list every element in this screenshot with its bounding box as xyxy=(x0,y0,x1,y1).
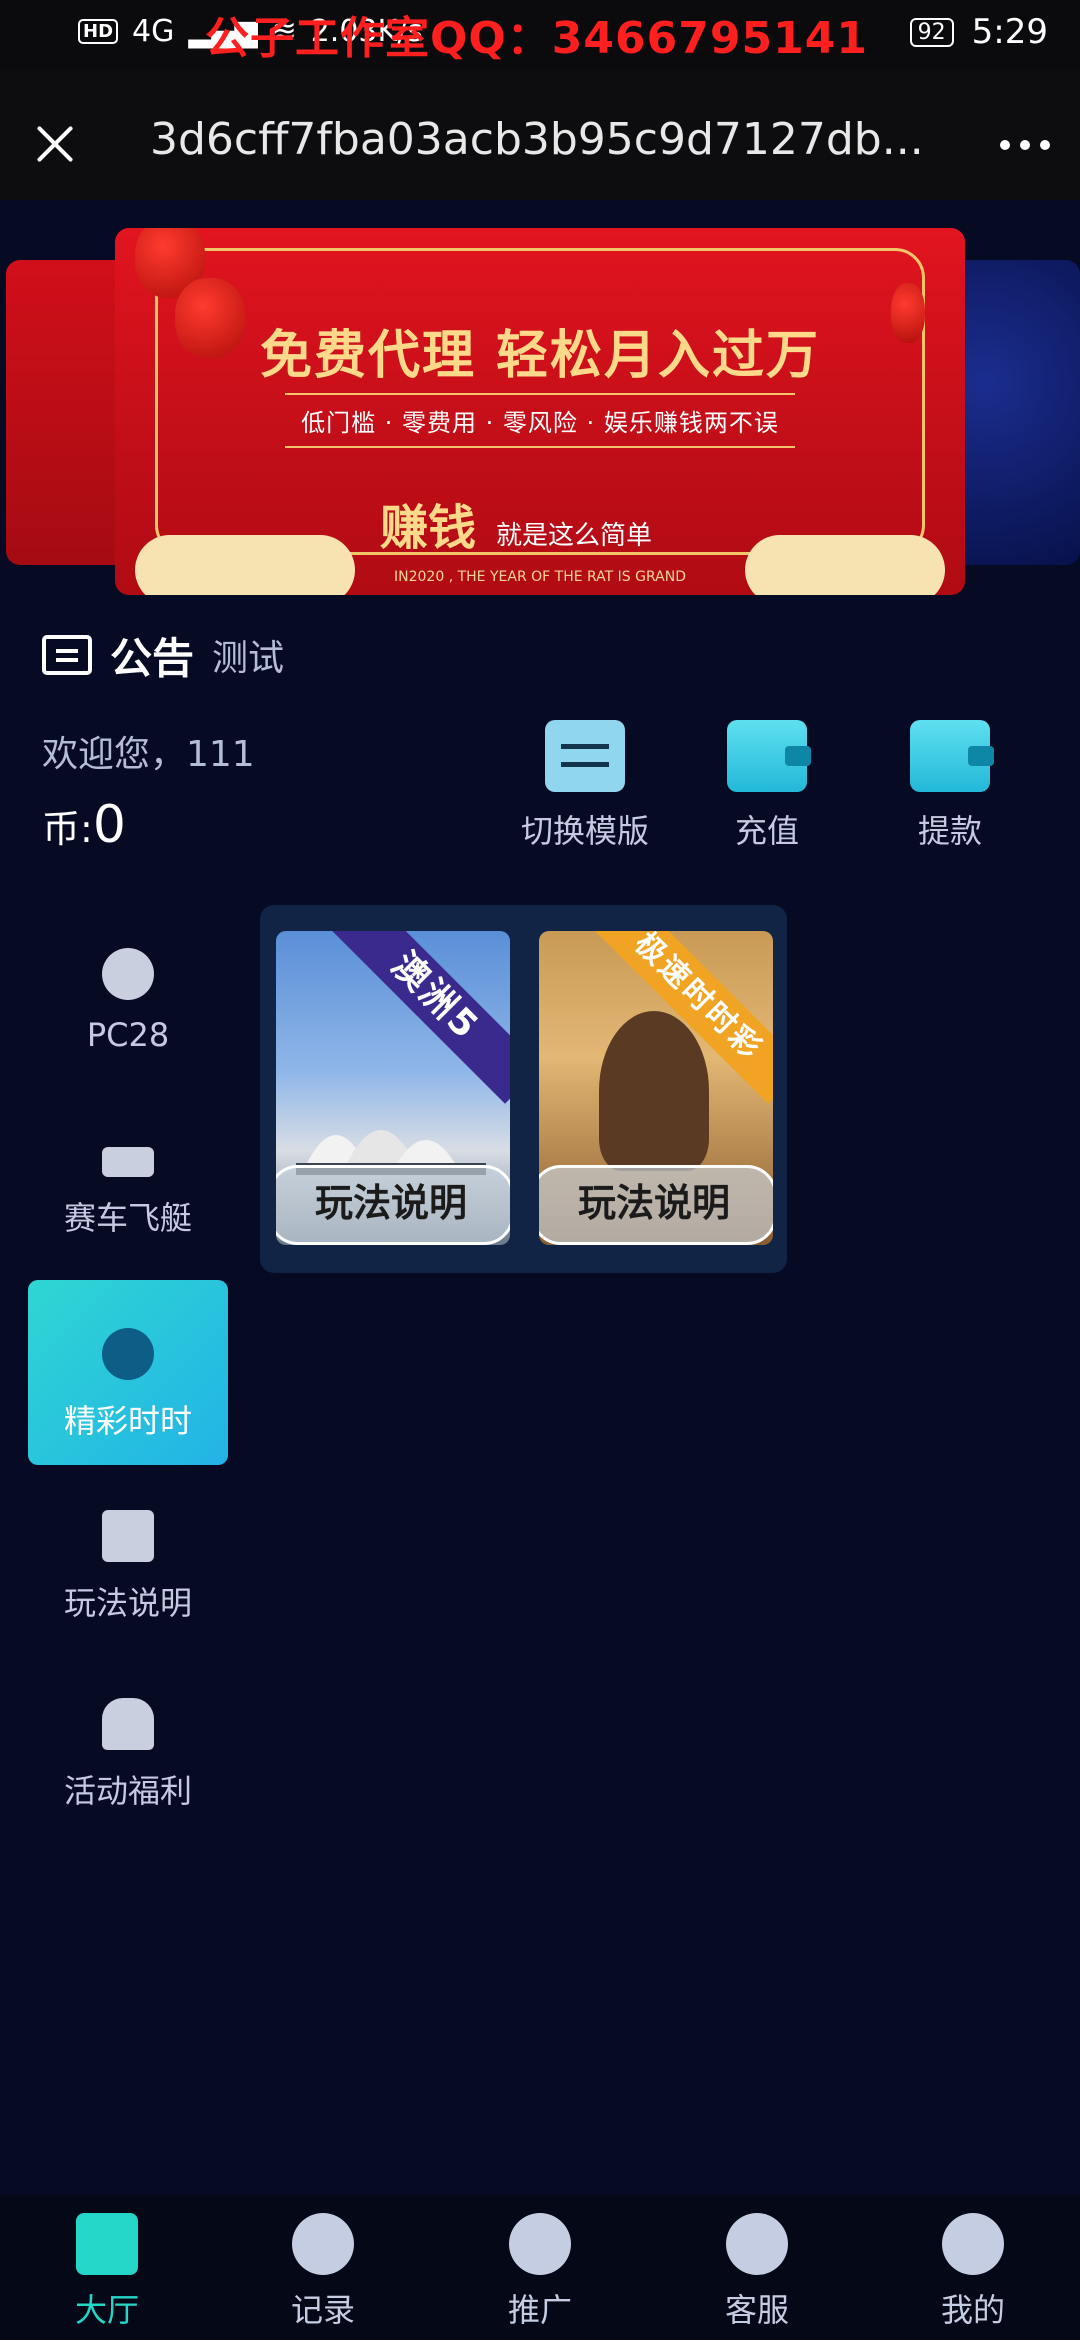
banner-headline: 免费代理 轻松月入过万 xyxy=(259,326,821,386)
hd-icon: HD xyxy=(78,19,119,44)
banner-subline: 低门槛 · 零费用 · 零风险 · 娱乐赚钱两不误 xyxy=(301,409,779,437)
title-bar: 3d6cff7fba03acb3b95c9d7127db... xyxy=(0,70,1080,200)
switch-icon xyxy=(545,720,625,792)
network-indicator: 4G xyxy=(132,14,175,49)
game-rules-button[interactable]: 玩法说明 xyxy=(276,1165,510,1245)
boat-icon xyxy=(102,1147,154,1177)
eight-ball-icon xyxy=(102,948,154,1000)
sidebar-item-ssc[interactable]: 精彩时时 xyxy=(28,1280,228,1465)
bottom-tab-bar: 大厅 记录 推广 客服 我的 xyxy=(0,2195,1080,2340)
wallet-icon xyxy=(727,720,811,792)
sidebar-item-pc28[interactable]: PC28 xyxy=(28,900,228,1085)
tab-label: 推广 xyxy=(507,2291,572,2329)
user-icon xyxy=(942,2213,1004,2275)
tab-label: 我的 xyxy=(940,2291,1005,2329)
banner-slogan-big: 赚钱 xyxy=(380,500,477,556)
banner-slide-current[interactable]: 免费代理 轻松月入过万 低门槛 · 零费用 · 零风险 · 娱乐赚钱两不误 赚钱… xyxy=(115,228,965,595)
cards-icon xyxy=(102,1510,154,1562)
tab-label: 大厅 xyxy=(74,2291,139,2329)
game-ribbon: 澳洲5 xyxy=(328,931,510,1104)
tab-support[interactable]: 客服 xyxy=(692,2213,822,2331)
footprint-icon xyxy=(292,2213,354,2275)
model-photo xyxy=(599,1011,709,1171)
game-grid: 澳洲5 玩法说明 极速时时彩 玩法说明 xyxy=(260,905,787,1273)
status-bar: HD 4G ▂▄▆ ≋ 2.03K/s 公子工作室QQ：3466795141 9… xyxy=(0,0,1080,70)
coin-balance: 币:0 xyxy=(42,795,126,855)
page-title: 3d6cff7fba03acb3b95c9d7127db... xyxy=(150,114,920,165)
paper-plane-icon xyxy=(509,2213,571,2275)
opera-house-image xyxy=(296,1085,486,1175)
sidebar-item-promotions[interactable]: 活动福利 xyxy=(28,1650,228,1835)
recharge-button[interactable]: 充值 xyxy=(692,720,842,852)
cloud-decoration xyxy=(745,535,945,595)
status-right: 92 5:29 xyxy=(909,12,1048,52)
announcement-icon xyxy=(42,635,92,675)
banner-slogan: 赚钱 就是这么简单 xyxy=(380,488,652,558)
headset-icon xyxy=(726,2213,788,2275)
banner-footer: IN2020 , THE YEAR OF THE RAT IS GRAND xyxy=(394,569,686,585)
banner-divider xyxy=(285,446,795,448)
home-icon xyxy=(76,2213,138,2275)
gift-icon xyxy=(102,1698,154,1750)
tab-profile[interactable]: 我的 xyxy=(908,2213,1038,2331)
announcement-text: 测试 xyxy=(212,638,285,679)
announcement-label: 公告 xyxy=(110,633,195,683)
coin-label: 币: xyxy=(42,807,93,851)
announcement-bar[interactable]: 公告 测试 xyxy=(42,620,284,690)
close-icon[interactable] xyxy=(28,118,82,172)
banner-slogan-small: 就是这么简单 xyxy=(496,521,653,551)
switch-template-label: 切换模版 xyxy=(520,812,649,850)
tab-label: 客服 xyxy=(724,2291,789,2329)
sidebar-item-label: 玩法说明 xyxy=(63,1584,192,1622)
sidebar-item-label: PC28 xyxy=(86,1016,170,1054)
recharge-label: 充值 xyxy=(734,812,799,850)
watermark-text: 公子工作室QQ：3466795141 xyxy=(205,13,868,64)
game-card-jisu-ssc[interactable]: 极速时时彩 玩法说明 xyxy=(539,931,773,1245)
withdraw-label: 提款 xyxy=(917,812,982,850)
ssc-icon xyxy=(102,1328,154,1380)
tab-records[interactable]: 记录 xyxy=(258,2213,388,2331)
tab-label: 记录 xyxy=(290,2291,355,2329)
coin-value: 0 xyxy=(92,795,126,855)
battery-icon: 92 xyxy=(909,17,954,47)
game-card-aozhou5[interactable]: 澳洲5 玩法说明 xyxy=(276,931,510,1245)
sidebar-item-label: 赛车飞艇 xyxy=(63,1199,192,1237)
tab-lobby[interactable]: 大厅 xyxy=(42,2213,172,2331)
sidebar-item-racing[interactable]: 赛车飞艇 xyxy=(28,1087,228,1272)
wallet-icon xyxy=(910,720,994,792)
switch-template-button[interactable]: 切换模版 xyxy=(510,720,660,852)
sidebar-item-rules[interactable]: 玩法说明 xyxy=(28,1462,228,1647)
banner-divider xyxy=(285,393,795,395)
banner-carousel[interactable]: 免费代理 轻松月入过万 低门槛 · 零费用 · 零风险 · 娱乐赚钱两不误 赚钱… xyxy=(0,200,1080,610)
cloud-decoration xyxy=(135,535,355,595)
clock: 5:29 xyxy=(971,12,1048,52)
game-rules-button[interactable]: 玩法说明 xyxy=(539,1165,773,1245)
welcome-text: 欢迎您，111 xyxy=(42,734,255,775)
withdraw-button[interactable]: 提款 xyxy=(875,720,1025,852)
sidebar-item-label: 活动福利 xyxy=(63,1772,192,1810)
more-icon[interactable] xyxy=(1000,140,1050,150)
sidebar-item-label: 精彩时时 xyxy=(63,1402,192,1440)
tab-promote[interactable]: 推广 xyxy=(475,2213,605,2331)
